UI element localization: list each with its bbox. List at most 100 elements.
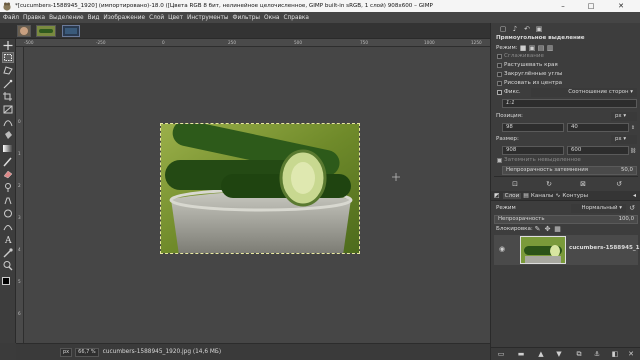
new-layer-icon[interactable]: ▭	[495, 349, 507, 359]
rounded-checkbox[interactable]	[497, 72, 502, 77]
paths-tool-icon[interactable]	[2, 221, 14, 232]
vertical-ruler[interactable]: 0 1 2 3 4 5 6	[16, 47, 24, 343]
warp-transform-tool-icon[interactable]	[2, 117, 14, 128]
tool-options-title: Прямоугольное выделение	[496, 35, 585, 41]
dock-menu-icon[interactable]: ◂	[633, 192, 636, 199]
unified-transform-tool-icon[interactable]	[2, 104, 14, 115]
layer-opacity-slider[interactable]: Непрозрачность 100,0	[494, 215, 638, 224]
menu-help[interactable]: Справка	[283, 15, 309, 21]
menu-view[interactable]: Вид	[88, 15, 100, 21]
eraser-tool-icon[interactable]	[2, 169, 14, 180]
tab-paths[interactable]: Контуры	[562, 193, 588, 199]
position-x-input[interactable]: 98	[502, 123, 564, 132]
layers-tab-icon[interactable]: ◩	[494, 192, 500, 199]
foreground-color-swatch[interactable]	[2, 277, 10, 285]
ratio-input[interactable]: 1:1	[502, 99, 637, 108]
duplicate-layer-icon[interactable]: ⧉	[573, 349, 585, 359]
delete-tool-preset-icon[interactable]: ⊠	[577, 179, 589, 189]
maximize-button[interactable]: □	[580, 0, 602, 12]
lock-alpha-icon[interactable]: ▦	[553, 224, 562, 234]
menu-color[interactable]: Цвет	[168, 15, 183, 21]
zoom-tool-icon[interactable]	[2, 260, 14, 271]
paintbrush-tool-icon[interactable]	[2, 156, 14, 167]
move-tool-icon[interactable]	[2, 40, 14, 51]
text-tool-icon[interactable]: A	[2, 234, 14, 246]
mode-intersect-icon[interactable]: ▥	[546, 43, 554, 53]
crop-tool-icon[interactable]	[2, 91, 14, 102]
menu-windows[interactable]: Окна	[264, 15, 279, 21]
lower-layer-icon[interactable]: ▼	[553, 349, 565, 359]
free-select-tool-icon[interactable]	[2, 65, 14, 76]
tab-layers[interactable]: Слои	[502, 192, 522, 199]
paths-tab-icon[interactable]: ∿	[555, 192, 560, 199]
feather-checkbox[interactable]	[497, 63, 502, 68]
save-tool-preset-icon[interactable]: ⊡	[509, 179, 521, 189]
dodge-burn-tool-icon[interactable]	[2, 208, 14, 219]
reset-tool-options-icon[interactable]: ↺	[613, 179, 625, 189]
from-center-checkbox[interactable]	[497, 81, 502, 86]
menu-file[interactable]: Файл	[3, 15, 19, 21]
size-height-input[interactable]: 600	[567, 146, 629, 155]
mode-add-icon[interactable]: ▣	[528, 43, 536, 53]
fixed-checkbox[interactable]	[497, 90, 502, 95]
tab-channels[interactable]: Каналы	[531, 193, 553, 199]
image-canvas-photo[interactable]	[160, 123, 360, 254]
delete-layer-icon[interactable]: ✕	[625, 349, 637, 359]
anchor-layer-icon[interactable]: ⚓	[591, 349, 603, 359]
lock-pixels-icon[interactable]: ✎	[533, 224, 542, 234]
menu-edit[interactable]: Правка	[23, 15, 45, 21]
gradient-tool-icon[interactable]	[2, 143, 14, 154]
layer-visibility-eye-icon[interactable]: ◉	[496, 244, 508, 254]
fg-bg-color-swatches[interactable]	[2, 277, 14, 293]
images-tab-icon[interactable]: ▣	[533, 24, 545, 34]
mask-layer-icon[interactable]: ◧	[609, 349, 621, 359]
new-group-icon[interactable]: ▬	[515, 349, 527, 359]
size-unit-dropdown[interactable]: px ▾	[611, 135, 637, 144]
smudge-tool-icon[interactable]	[2, 195, 14, 206]
menu-select[interactable]: Выделение	[49, 15, 84, 21]
mode-replace-icon[interactable]: ■	[519, 43, 527, 53]
position-label: Позиция:	[496, 113, 523, 119]
mode-subtract-icon[interactable]: ▤	[537, 43, 545, 53]
image-tab-thumbnail-1[interactable]	[17, 25, 31, 37]
device-status-tab-icon[interactable]: ♪	[509, 24, 521, 34]
clone-tool-icon[interactable]	[2, 182, 14, 193]
size-label: Размер:	[496, 136, 519, 142]
color-picker-tool-icon[interactable]	[2, 247, 14, 258]
menu-image[interactable]: Изображение	[103, 15, 145, 21]
position-spin-icon[interactable]: ⇕	[629, 123, 637, 133]
tool-options-tab-icon[interactable]: ▢	[497, 24, 509, 34]
image-tab-thumbnail-cucumbers[interactable]	[36, 25, 56, 37]
paintbucket-tool-icon[interactable]	[2, 130, 14, 141]
lock-position-icon[interactable]: ✥	[543, 224, 552, 234]
image-tab-thumbnail-3[interactable]	[62, 25, 80, 37]
rect-select-tool-icon[interactable]	[2, 52, 14, 63]
undo-history-tab-icon[interactable]: ↶	[521, 24, 533, 34]
highlight-checkbox[interactable]	[497, 158, 502, 163]
menu-layer[interactable]: Слой	[149, 15, 164, 21]
position-unit-dropdown[interactable]: px ▾	[611, 112, 637, 121]
antialias-checkbox[interactable]	[497, 54, 502, 59]
layer-row[interactable]: ◉ cucumbers-1588945_19	[494, 235, 640, 265]
channels-tab-icon[interactable]: ▤	[523, 192, 529, 199]
from-center-label: Рисовать из центра	[504, 80, 563, 86]
unit-selector[interactable]: px	[60, 347, 73, 357]
chain-link-icon[interactable]: ⛓	[629, 146, 637, 156]
gimp-logo-icon	[3, 2, 11, 11]
restore-tool-preset-icon[interactable]: ↻	[543, 179, 555, 189]
close-button[interactable]: ✕	[610, 0, 632, 12]
zoom-selector[interactable]: 66,7 %	[75, 347, 99, 357]
fuzzy-select-tool-icon[interactable]	[2, 78, 14, 89]
raise-layer-icon[interactable]: ▲	[535, 349, 547, 359]
fixed-mode-dropdown[interactable]: Соотношение сторон ▾	[531, 88, 637, 97]
minimize-button[interactable]: –	[552, 0, 574, 12]
size-width-input[interactable]: 908	[502, 146, 564, 155]
layers-button-bar: ▭ ▬ ▲ ▼ ⧉ ⚓ ◧ ✕	[491, 347, 640, 360]
menu-tools[interactable]: Инструменты	[187, 15, 228, 21]
position-y-input[interactable]: 40	[567, 123, 629, 132]
menu-filters[interactable]: Фильтры	[233, 15, 261, 21]
layer-mode-switch-icon[interactable]: ↺	[627, 203, 637, 213]
dim-opacity-slider[interactable]: Непрозрачность затемнения 50,0	[502, 166, 637, 175]
horizontal-ruler[interactable]: -500 -250 0 250 500 750 1000 1250	[16, 39, 490, 47]
layer-mode-dropdown[interactable]: Нормальный ▾	[571, 204, 626, 213]
